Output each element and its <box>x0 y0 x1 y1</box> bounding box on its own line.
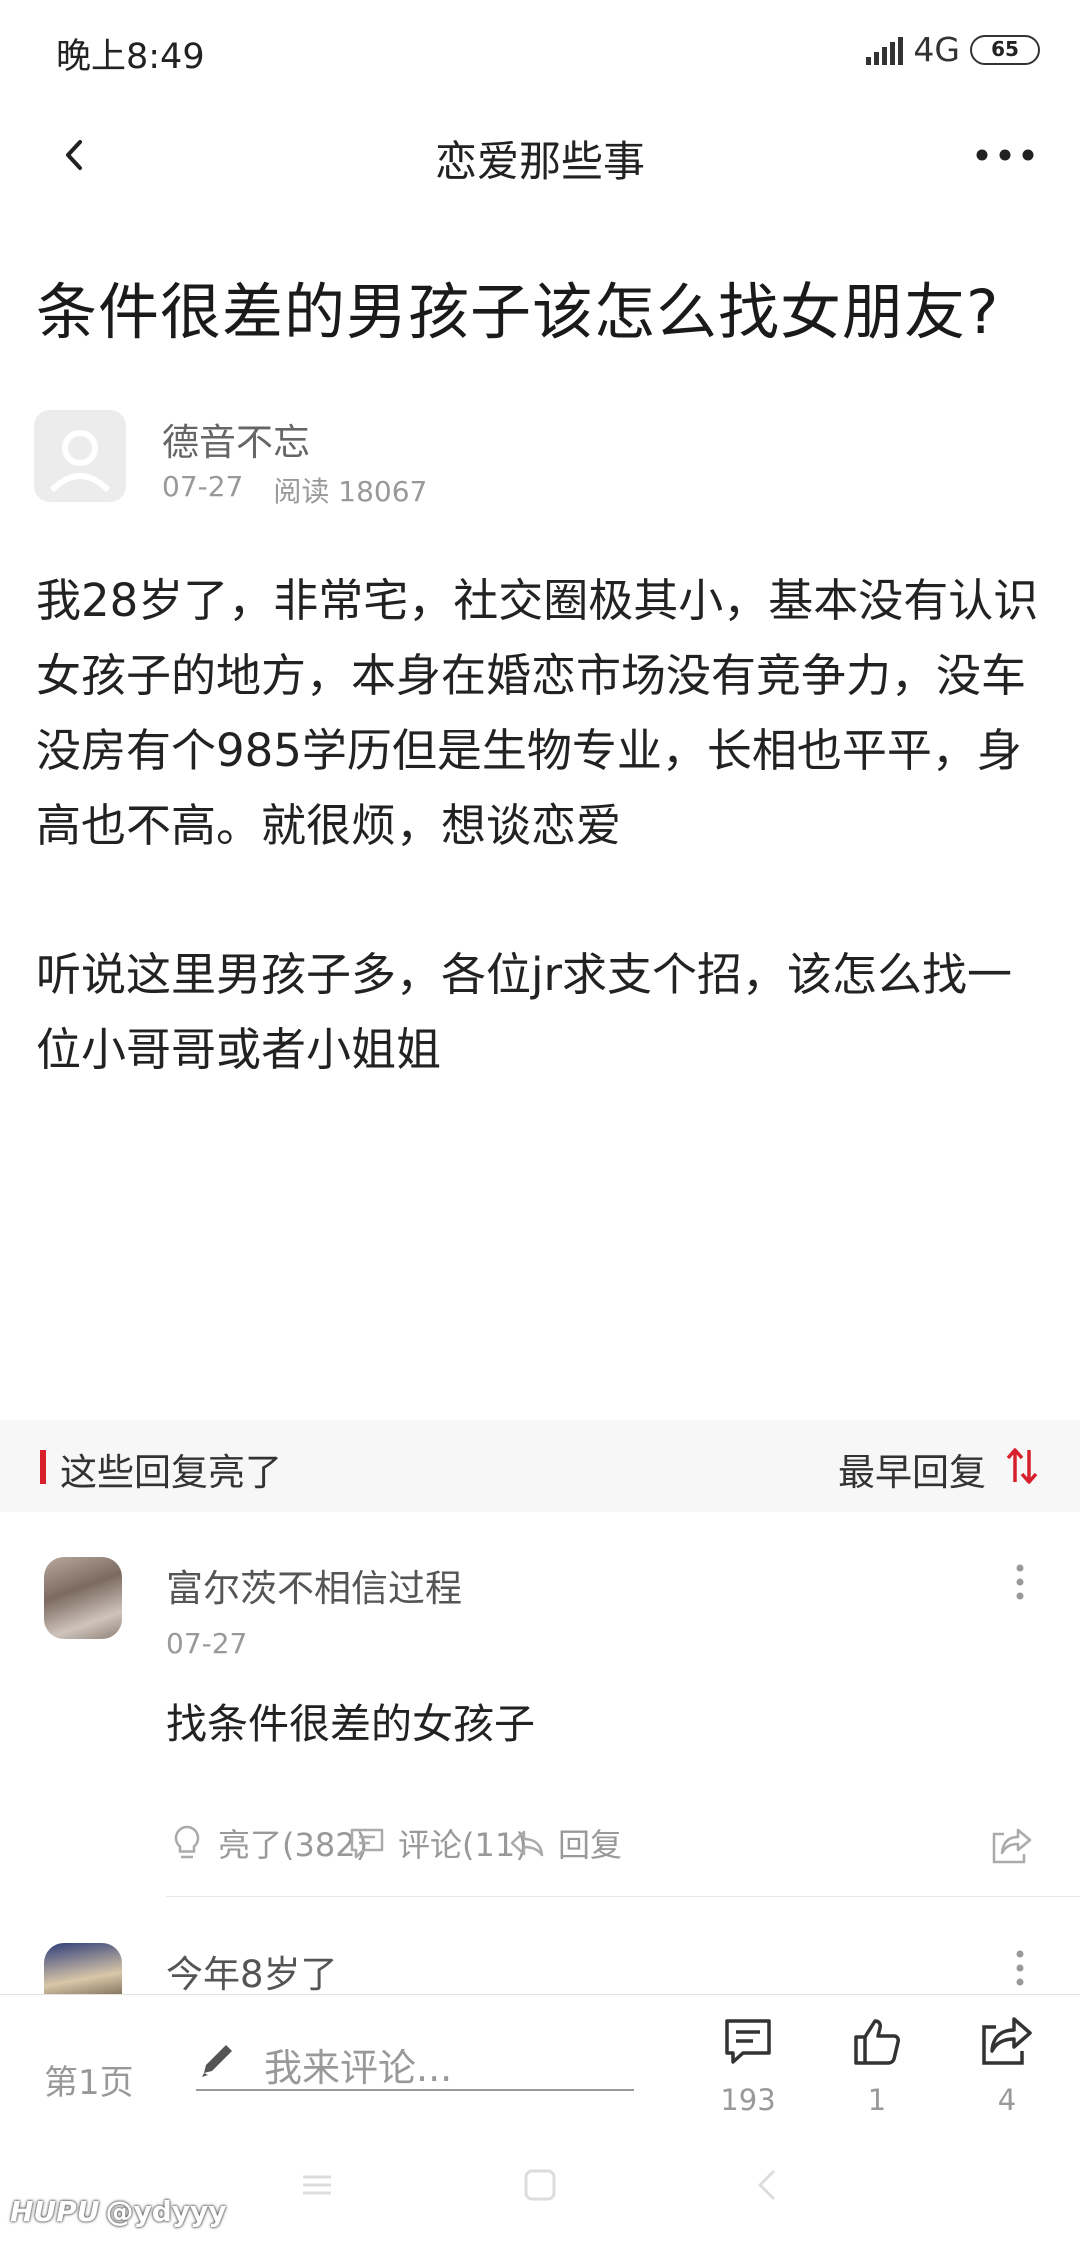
comments-button[interactable]: 193 <box>703 2013 793 2117</box>
menu-icon[interactable] <box>297 2165 337 2205</box>
post-title: 条件很差的男孩子该怎么找女朋友? <box>36 277 1000 348</box>
pencil-icon <box>202 2045 232 2077</box>
status-bar: 晚上8:49 4G 65 <box>0 0 1080 100</box>
share-button[interactable]: 4 <box>962 2013 1052 2117</box>
comment-icon <box>350 1828 384 1859</box>
reply-button[interactable]: 回复 <box>506 1820 622 1866</box>
section-title: 这些回复亮了 <box>60 1451 282 1494</box>
page-title: 恋爱那些事 <box>434 137 645 186</box>
reply-text: 找条件很差的女孩子 <box>166 1700 535 1748</box>
author-name[interactable]: 德音不忘 <box>162 412 310 466</box>
post-meta: 07-27 阅读 18067 <box>162 470 427 510</box>
sort-icon[interactable] <box>1004 1446 1040 1486</box>
reply-date: 07-27 <box>166 1627 248 1660</box>
comment-placeholder: 我来评论... <box>264 2046 453 2090</box>
more-options-icon[interactable] <box>970 130 1040 180</box>
watermark-brand: HUPU <box>10 2195 100 2228</box>
reply-author-name[interactable]: 今年8岁了 <box>166 1944 338 1998</box>
section-accent-bar <box>40 1450 46 1484</box>
default-avatar-icon <box>49 430 111 493</box>
thumbs-up-icon <box>854 2019 900 2065</box>
watermark: HUPU @ydyyy <box>10 2195 227 2228</box>
bottom-bar: 第1页 我来评论... 193 1 4 HUPU @ydyyy <box>0 1994 1080 2248</box>
chat-icon <box>725 2019 771 2064</box>
shares-count: 4 <box>997 2083 1017 2117</box>
lightbulb-icon <box>174 1825 200 1859</box>
comments-count: 193 <box>720 2083 776 2117</box>
share-icon[interactable] <box>988 1822 1036 1870</box>
reply-more-icon[interactable] <box>1000 1940 1040 2000</box>
comment-button[interactable]: 评论(11) <box>346 1820 528 1866</box>
share-icon <box>982 2017 1032 2065</box>
reply-author-name[interactable]: 富尔茨不相信过程 <box>166 1558 462 1612</box>
read-count: 阅读 18067 <box>273 475 428 508</box>
status-time: 晚上8:49 <box>56 37 205 77</box>
signal-icon <box>866 35 904 65</box>
battery-icon: 65 <box>970 34 1040 65</box>
system-back-icon[interactable] <box>748 2165 788 2205</box>
light-button[interactable]: 亮了(382) <box>166 1820 368 1866</box>
divider <box>166 1896 1080 1897</box>
like-button[interactable]: 1 <box>832 2013 922 2117</box>
likes-count: 1 <box>867 2083 887 2117</box>
post-paragraph: 听说这里男孩子多，各位jr求支个招，该怎么找一位小哥哥或者小姐姐 <box>36 948 1013 1076</box>
post-paragraph: 我28岁了，非常宅，社交圈极其小，基本没有认识女孩子的地方，本身在婚恋市场没有竞… <box>36 574 1039 852</box>
comment-input[interactable]: 我来评论... <box>196 2033 634 2091</box>
reply-arrow-icon <box>510 1830 544 1857</box>
author-avatar[interactable] <box>34 410 126 502</box>
reply-label: 回复 <box>558 1826 623 1864</box>
reply-actions: 亮了(382) 评论(11) 回复 <box>166 1820 1046 1880</box>
reply-more-icon[interactable] <box>1000 1554 1040 1614</box>
nav-bar: 恋爱那些事 <box>0 100 1080 210</box>
network-type: 4G <box>913 30 960 69</box>
page-selector[interactable]: 第1页 <box>44 2055 134 2104</box>
reply-avatar[interactable] <box>44 1557 122 1639</box>
post-date: 07-27 <box>162 470 244 503</box>
watermark-user: @ydyyy <box>105 2195 227 2228</box>
home-icon[interactable] <box>520 2165 560 2205</box>
sort-button[interactable]: 最早回复 <box>838 1442 986 1496</box>
status-indicators: 4G 65 <box>866 30 1040 69</box>
post-body: 我28岁了，非常宅，社交圈极其小，基本没有认识女孩子的地方，本身在婚恋市场没有竞… <box>36 563 1046 1161</box>
replies-section-header: 这些回复亮了 最早回复 <box>0 1420 1080 1512</box>
